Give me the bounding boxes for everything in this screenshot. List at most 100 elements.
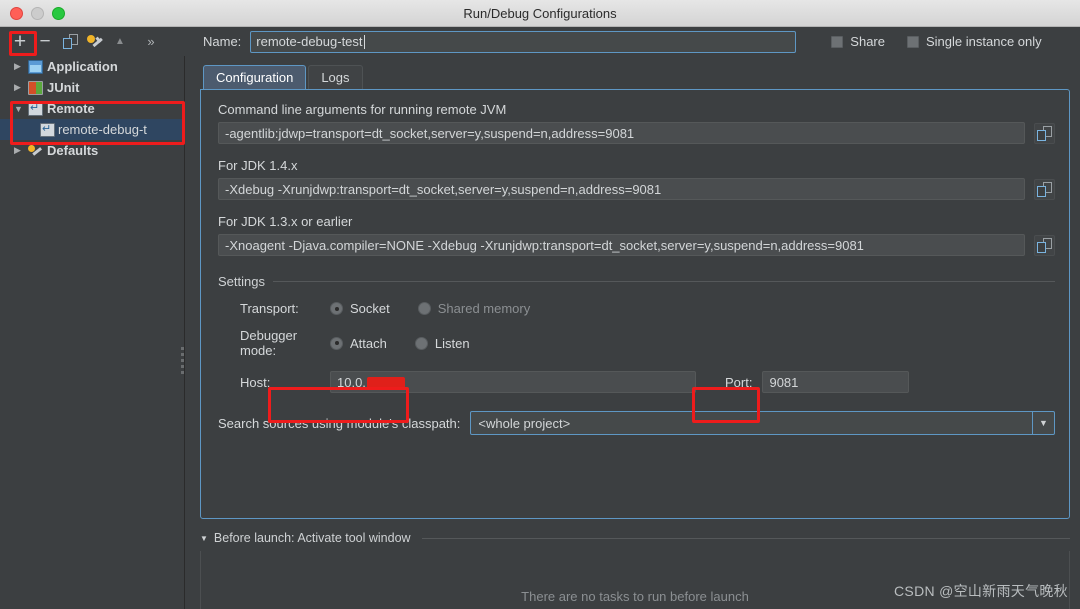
panel-splitter-handle[interactable] [178,330,186,390]
host-port-row: Host: 10.0. Port: 9081 [218,371,1069,393]
more-options-button[interactable]: » [140,31,162,53]
checkbox-box [907,35,919,48]
tree-item-label: Application [47,59,118,74]
remote-icon [28,101,43,116]
radio-label: Listen [434,335,470,351]
tree-item-remote-debug-test[interactable]: remote-debug-t [0,119,184,140]
name-row: Name: remote-debug-test Share Single ins… [186,27,1080,56]
settings-label: Settings [218,274,265,289]
checkbox-box [831,35,844,48]
classpath-combobox[interactable]: <whole project> ▼ [470,411,1055,435]
add-configuration-button[interactable]: + [9,31,31,53]
radio-label: Socket [350,301,390,316]
single-instance-checkbox[interactable]: Single instance only [907,34,1042,49]
copy-jdk13-button[interactable] [1034,234,1055,256]
copy-icon [1037,237,1052,253]
share-label: Share [850,34,885,49]
tab-logs[interactable]: Logs [308,65,363,89]
jvm-args-block: Command line arguments for running remot… [218,102,1055,144]
transport-label: Transport: [240,301,299,316]
classpath-row: Search sources using module's classpath:… [218,411,1055,435]
settings-section-header: Settings [218,274,1055,289]
name-row-checkboxes: Share Single instance only [831,34,1042,49]
name-input[interactable]: remote-debug-test [250,30,797,53]
classpath-label: Search sources using module's classpath: [218,415,461,431]
copy-icon [62,34,78,49]
radio-label: Shared memory [437,301,531,316]
tree-item-label: Defaults [47,143,99,158]
jvm-args-field[interactable]: -agentlib:jdwp=transport=dt_socket,serve… [218,122,1025,144]
radio-dot [330,336,343,350]
jdk14-field[interactable]: -Xdebug -Xrunjdwp:transport=dt_socket,se… [218,178,1025,200]
copy-icon [1037,125,1052,141]
run-debug-configurations-window: Run/Debug Configurations + − ▲ » ▶ Appli… [0,0,1080,609]
configurations-toolbar: + − ▲ » [0,27,185,56]
configuration-pane: Name: remote-debug-test Share Single ins… [186,27,1080,609]
collapse-arrow-icon[interactable]: ▼ [14,104,28,114]
radio-dot [330,302,343,315]
radio-debugger-attach[interactable]: Attach [330,336,387,351]
before-launch-header[interactable]: ▼ Before launch: Activate tool window [200,531,1070,545]
remove-configuration-button[interactable]: − [34,31,56,53]
tab-configuration[interactable]: Configuration [203,65,307,89]
remote-icon [40,122,55,137]
jdk13-label: For JDK 1.3.x or earlier [218,214,353,229]
jdk13-field[interactable]: -Xnoagent -Djava.compiler=NONE -Xdebug -… [218,234,1025,256]
copy-icon [1037,181,1052,197]
before-launch-empty-text: There are no tasks to run before launch [521,589,749,604]
zoom-window-button[interactable] [52,6,65,20]
copy-jvm-args-button[interactable] [1034,122,1055,144]
configuration-tab-panel: Command line arguments for running remot… [200,89,1070,519]
share-checkbox[interactable]: Share [831,34,885,49]
debugger-mode-row: Debugger mode: Attach Listen [218,328,1069,358]
chevron-down-icon[interactable]: ▼ [1032,412,1054,434]
radio-dot [414,336,428,350]
close-window-button[interactable] [10,6,23,20]
divider [421,537,1070,539]
host-label: Host: [240,374,271,390]
window-titlebar: Run/Debug Configurations [0,0,1080,27]
watermark: CSDN @空山新雨天气晚秋 [894,583,1068,599]
window-title: Run/Debug Configurations [463,5,617,21]
tree-item-label: Remote [47,101,95,116]
radio-label: Attach [350,335,387,351]
jvm-args-label: Command line arguments for running remot… [218,102,507,117]
move-up-button[interactable]: ▲ [109,31,131,53]
text-caret [363,34,365,49]
tree-item-label: JUnit [47,80,80,95]
radio-transport-socket[interactable]: Socket [330,301,390,316]
copy-configuration-button[interactable] [59,31,81,53]
radio-dot [417,302,431,315]
tree-item-label: remote-debug-t [58,122,147,137]
jdk14-label: For JDK 1.4.x [218,158,298,173]
tree-item-defaults[interactable]: ▶ Defaults [0,140,184,161]
debugger-mode-label: Debugger mode: [240,328,298,358]
port-label: Port: [725,374,753,390]
host-input[interactable]: 10.0. [330,371,696,393]
copy-jdk14-button[interactable] [1034,178,1055,200]
port-input[interactable]: 9081 [762,371,910,393]
window-controls [10,6,65,20]
jdk13-block: For JDK 1.3.x or earlier -Xnoagent -Djav… [218,214,1055,256]
tree-item-junit[interactable]: ▶ JUnit [0,77,184,98]
triangle-down-icon[interactable]: ▼ [200,534,208,543]
tree-item-application[interactable]: ▶ Application [0,56,184,77]
divider [272,281,1055,282]
host-input-value: 10.0. [337,374,366,390]
edit-defaults-button[interactable] [84,31,106,53]
classpath-value: <whole project> [478,415,571,431]
tab-bar: Configuration Logs [203,65,1080,89]
application-icon [28,59,43,74]
junit-icon [28,80,43,95]
expand-arrow-icon[interactable]: ▶ [14,82,28,93]
before-launch-title: Before launch: Activate tool window [213,531,411,545]
radio-debugger-listen[interactable]: Listen [414,335,470,351]
minimize-window-button[interactable] [31,6,44,20]
radio-transport-shared-memory[interactable]: Shared memory [417,301,531,316]
jdk14-block: For JDK 1.4.x -Xdebug -Xrunjdwp:transpor… [218,158,1055,200]
configurations-tree[interactable]: ▶ Application ▶ JUnit ▼ Remote remote-de… [0,56,185,609]
single-instance-label: Single instance only [926,34,1042,49]
expand-arrow-icon[interactable]: ▶ [14,145,28,156]
tree-item-remote[interactable]: ▼ Remote [0,98,184,119]
expand-arrow-icon[interactable]: ▶ [14,61,28,72]
